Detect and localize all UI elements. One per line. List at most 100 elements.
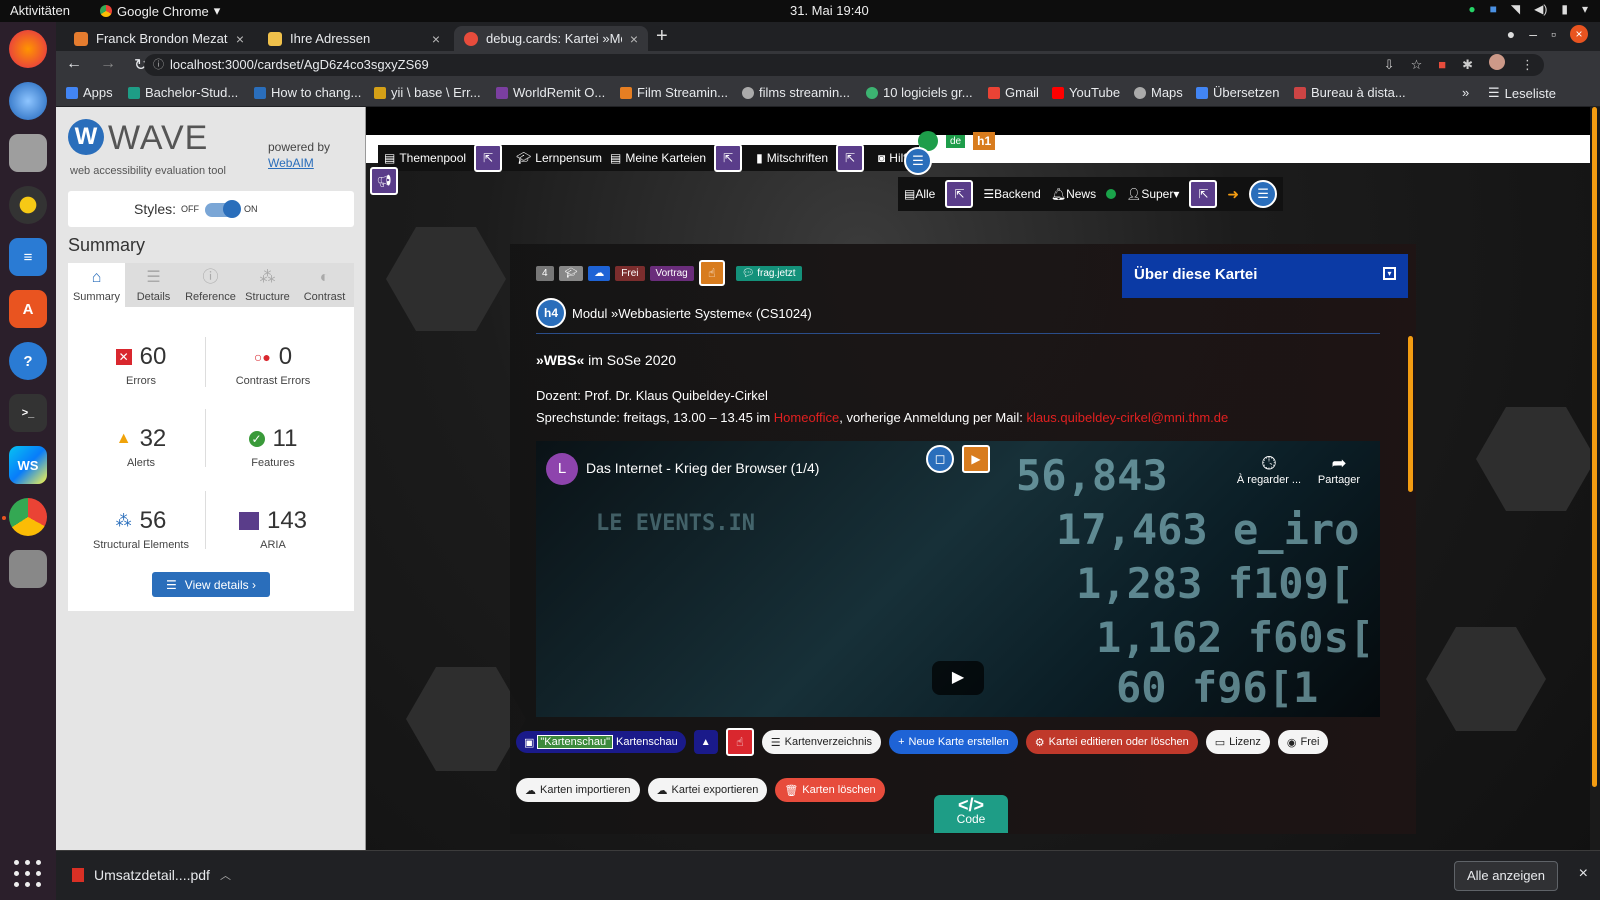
frag-jetzt-link[interactable]: 💬︎ frag.jetzt [735, 265, 802, 281]
tab-details[interactable]: ☰ Details [125, 263, 182, 307]
card-scrollbar[interactable] [1408, 336, 1413, 492]
more-bookmarks-icon[interactable]: » [1462, 85, 1469, 100]
structural-stat[interactable]: ⁂ 56 Structural Elements [76, 507, 206, 551]
bookmark-item[interactable]: How to chang... [254, 85, 361, 100]
nav-item-news[interactable]: 🔔︎News [1051, 187, 1096, 201]
page-scrollbar[interactable] [1590, 107, 1600, 850]
maximize-icon[interactable]: ▫ [1551, 26, 1556, 42]
power-menu-icon[interactable]: ▾ [1582, 2, 1588, 16]
alerts-stat[interactable]: ▲ 32 Alerts [76, 425, 206, 469]
clock[interactable]: 31. Mai 19:40 [790, 3, 869, 18]
activities-button[interactable]: Aktivitäten [10, 3, 70, 18]
system-tray[interactable]: ● ■ ◥ ◀) ▮ ▾ [1468, 2, 1588, 16]
email-link[interactable]: klaus.quibeldey-cirkel@mni.thm.de [1026, 410, 1228, 425]
close-icon[interactable]: × [1579, 865, 1588, 883]
import-cards-button[interactable]: ☁ Karten importieren [516, 778, 640, 802]
tab-item-active[interactable]: debug.cards: Kartei »Mod × [454, 26, 648, 51]
watch-later-button[interactable]: 🕓︎ À regarder ... [1234, 453, 1304, 486]
bookmark-item[interactable]: Maps [1134, 85, 1183, 100]
tab-structure[interactable]: ⁂ Structure [239, 263, 296, 307]
close-icon[interactable]: × [630, 31, 638, 47]
whatsapp-icon[interactable]: ● [1468, 2, 1475, 16]
tab-reference[interactable]: ⓘ Reference [182, 263, 239, 307]
nav-item-lernpensum[interactable]: 🎓︎ Lernpensum [516, 151, 602, 165]
close-window-icon[interactable]: × [1570, 25, 1588, 43]
nav-item-alle[interactable]: ▤Alle [904, 187, 935, 201]
tab-contrast[interactable]: ◐ Contrast [296, 263, 353, 307]
user-menu[interactable]: 👤︎Super▾ [1126, 187, 1179, 201]
zoom-icon[interactable]: ■ [1490, 2, 1497, 16]
forward-icon[interactable]: → [100, 55, 116, 75]
tab-search-icon[interactable]: ● [1507, 26, 1515, 42]
nav-item-backend[interactable]: ☰Backend [983, 187, 1040, 201]
reading-list[interactable]: ☰ Leseliste [1488, 85, 1556, 101]
download-item[interactable]: Umsatzdetail....pdf ︿ [72, 867, 231, 883]
bookmark-item[interactable]: 10 logiciels gr... [866, 85, 973, 100]
install-icon[interactable]: ⇩ [1384, 54, 1395, 76]
writer-icon[interactable]: ≡ [9, 238, 47, 276]
chevron-up-icon[interactable]: ︿ [220, 867, 231, 883]
wave-code-button[interactable]: </> Code [934, 795, 1008, 833]
tab-item[interactable]: Franck Brondon Mezatio × [64, 26, 254, 51]
bookmark-item[interactable]: YouTube [1052, 85, 1120, 100]
bookmark-item[interactable]: yii \ base \ Err... [374, 85, 481, 100]
view-details-button[interactable]: ☰ View details › [152, 572, 270, 597]
bookmark-star-icon[interactable]: ☆ [1411, 54, 1423, 76]
delete-cards-button[interactable]: 🗑︎ Karten löschen [775, 778, 885, 802]
nav-item-meine-karteien[interactable]: ▤ Meine Karteien [610, 151, 706, 165]
close-icon[interactable]: × [236, 31, 244, 47]
bookmark-item[interactable]: Bachelor-Stud... [128, 85, 238, 100]
webaim-link[interactable]: WebAIM [268, 156, 314, 170]
aria-stat[interactable]: 143 ARIA [208, 507, 338, 551]
bookmark-item[interactable]: Apps [66, 85, 113, 100]
menu-icon[interactable]: ⋮ [1521, 54, 1534, 76]
volume-icon[interactable]: ◀) [1534, 2, 1547, 16]
chrome-icon[interactable] [9, 498, 47, 536]
puzzle-icon[interactable]: ✱ [1462, 54, 1473, 76]
info-icon[interactable]: ⓘ [153, 54, 164, 76]
nav-item-mitschriften[interactable]: ▮ Mitschriften [756, 151, 828, 165]
tab-summary[interactable]: ⌂ Summary [68, 263, 125, 307]
edit-cardset-button[interactable]: ⚙ Kartei editieren oder löschen [1025, 730, 1198, 754]
video-title[interactable]: Das Internet - Krieg der Browser (1/4) [586, 460, 819, 476]
new-card-button[interactable]: + Neue Karte erstellen [889, 730, 1018, 754]
kartenverzeichnis-button[interactable]: ☰ Kartenverzeichnis [761, 730, 882, 754]
bookmark-item[interactable]: WorldRemit O... [496, 85, 605, 100]
visibility-button[interactable]: ◉ Frei [1277, 730, 1329, 754]
logout-icon[interactable]: ➜ [1227, 186, 1239, 203]
bookmark-item[interactable]: Film Streamin... [620, 85, 728, 100]
bookmark-item[interactable]: films streamin... [742, 85, 850, 100]
new-tab-button[interactable]: + [656, 25, 668, 48]
share-button[interactable]: ➦ Partager [1304, 453, 1374, 486]
bookmark-item[interactable]: Gmail [988, 85, 1039, 100]
nav-item-themenpool[interactable]: ▤ Themenpool [384, 151, 466, 165]
wifi-icon[interactable]: ◥ [1511, 2, 1520, 16]
minimize-icon[interactable]: – [1529, 26, 1537, 42]
contrast-errors-stat[interactable]: ○● 0 Contrast Errors [208, 343, 338, 387]
styles-toggle[interactable] [205, 200, 241, 218]
terminal-icon[interactable]: >_ [9, 394, 47, 432]
thunderbird-icon[interactable] [9, 82, 47, 120]
battery-icon[interactable]: ▮ [1561, 2, 1568, 16]
show-all-downloads-button[interactable]: Alle anzeigen [1453, 861, 1558, 891]
help-icon[interactable]: ? [9, 342, 47, 380]
close-icon[interactable]: × [432, 31, 440, 47]
tab-item[interactable]: Ihre Adressen × [258, 26, 450, 51]
kartenschau-dropdown-button[interactable]: ▲ [693, 730, 718, 754]
webstorm-icon[interactable]: WS [9, 446, 47, 484]
scrollbar-thumb[interactable] [1592, 107, 1597, 787]
address-bar[interactable]: ⓘ localhost:3000/cardset/AgD6z4co3sgxyZS… [144, 54, 1544, 76]
collapse-icon[interactable]: ▾ [1383, 267, 1396, 280]
kartenschau-button[interactable]: ▣ "Kartenschau" Kartenschau [516, 731, 686, 753]
firefox-icon[interactable] [9, 30, 47, 68]
homeoffice-link[interactable]: Homeoffice [774, 410, 840, 425]
files-icon[interactable] [9, 134, 47, 172]
about-cardset-panel[interactable]: Über diese Kartei ▾ [1122, 254, 1408, 298]
errors-stat[interactable]: ✕ 60 Errors [76, 343, 206, 387]
show-applications-icon[interactable] [14, 860, 42, 888]
youtube-video[interactable]: 56,843 17,463 e_iro 1,283 f109[ 1,162 f6… [536, 441, 1380, 717]
rhythmbox-icon[interactable] [9, 186, 47, 224]
profile-avatar[interactable] [1489, 54, 1505, 70]
software-center-icon[interactable]: A [9, 290, 47, 328]
app-menu[interactable]: Google Chrome ▾ [100, 3, 220, 19]
